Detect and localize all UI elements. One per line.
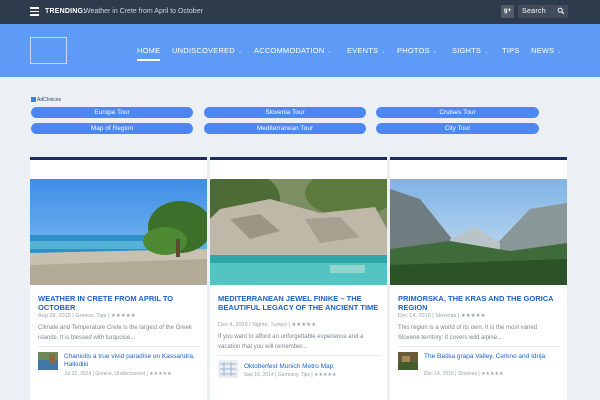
post-image-finike-ruins[interactable] <box>210 179 387 285</box>
ad-link-map-of-region[interactable]: Map of Region <box>31 123 193 134</box>
chevron-down-icon: ⌄ <box>484 49 489 55</box>
related-post-meta: Sep 16, 2014 | Germany, Tips | ★★★★★ <box>244 372 337 378</box>
post-image-crete-beach[interactable] <box>30 179 207 285</box>
search-placeholder: Search <box>522 8 546 15</box>
ad-link-europe-tour[interactable]: Europe Tour <box>31 107 193 118</box>
google-plus-icon[interactable]: g+ <box>501 5 514 18</box>
nav-events[interactable]: EVENTS ⌄ <box>347 46 386 55</box>
adchoices-label[interactable]: AdChoices <box>31 97 61 103</box>
nav-news[interactable]: NEWS ⌄ <box>531 46 562 55</box>
nav-undiscovered[interactable]: UNDISCOVERED ⌄ <box>172 46 242 55</box>
post-meta: Dec 4, 2015 | Sights, Turkey | ★★★★★ <box>218 322 317 328</box>
chevron-down-icon: ⌄ <box>381 49 386 55</box>
site-logo[interactable] <box>30 37 67 64</box>
menu-icon[interactable] <box>30 7 39 16</box>
ad-link-cruises-tour[interactable]: Cruises Tour <box>376 107 539 118</box>
divider <box>38 346 200 347</box>
ad-link-city-tour[interactable]: City Tour <box>376 123 539 134</box>
top-bar: TRENDING: Weather in Crete from April to… <box>0 0 600 24</box>
trending-link[interactable]: Weather in Crete from April to October <box>84 8 203 15</box>
chevron-down-icon: ⌄ <box>557 49 562 55</box>
search-icon[interactable] <box>557 7 565 15</box>
post-excerpt: If you want to afford an unforgettable e… <box>218 334 364 350</box>
nav-home[interactable]: HOME <box>137 46 161 61</box>
ad-link-slovenia-tour[interactable]: Slovenia Tour <box>204 107 366 118</box>
post-excerpt: This region is a world of its own. It is… <box>398 325 538 341</box>
trending-label: TRENDING: <box>45 8 86 15</box>
related-post-thumbnail[interactable] <box>218 360 238 378</box>
post-meta: Dec 14, 2016 | Slovenia | ★★★★★ <box>398 313 486 319</box>
post-title[interactable]: PRIMORSKA, THE KRAS AND THE GORICA REGIO… <box>398 294 560 312</box>
search-input[interactable]: Search <box>518 5 568 18</box>
post-title[interactable]: MEDITERRANEAN JEWEL FINIKE – THE BEAUTIF… <box>218 294 380 312</box>
related-post-meta: Jul 31, 2014 | Greece, Undiscovered | ★★… <box>64 371 172 377</box>
chevron-down-icon: ⌄ <box>237 49 243 55</box>
related-post-thumbnail[interactable] <box>398 352 418 370</box>
chevron-down-icon: ⌄ <box>327 49 332 55</box>
related-post-thumbnail[interactable] <box>38 352 58 370</box>
post-card: PRIMORSKA, THE KRAS AND THE GORICA REGIO… <box>390 157 567 400</box>
related-post-title[interactable]: Oktoberfest Munich Metro Map <box>244 363 384 371</box>
divider <box>218 355 380 356</box>
post-card: MEDITERRANEAN JEWEL FINIKE – THE BEAUTIF… <box>210 157 387 400</box>
nav-photos[interactable]: PHOTOS ⌄ <box>397 46 437 55</box>
ad-link-mediterranean-tour[interactable]: Mediterranean Tour <box>204 123 366 134</box>
chevron-down-icon: ⌄ <box>432 49 438 55</box>
site-header: HOME UNDISCOVERED ⌄ ACCOMMODATION ⌄ EVENTS… <box>0 24 600 77</box>
nav-tips[interactable]: TIPS <box>502 46 519 55</box>
nav-accommodation[interactable]: ACCOMMODATION ⌄ <box>254 46 332 55</box>
post-title[interactable]: WEATHER IN CRETE FROM APRIL TO OCTOBER <box>38 294 200 312</box>
post-excerpt: Climate and Temperature Crete is the lar… <box>38 325 192 341</box>
divider <box>398 346 560 347</box>
adchoices-icon <box>31 97 36 103</box>
post-card: WEATHER IN CRETE FROM APRIL TO OCTOBER A… <box>30 157 207 400</box>
related-post-meta: Dec 14, 2016 | Slovenia | ★★★★★ <box>424 371 504 377</box>
post-meta: Aug 29, 2015 | Greece, Tips | ★★★★★ <box>38 313 136 319</box>
related-post-title[interactable]: The Baška grapa Valley, Cerkno and Idrij… <box>424 353 564 361</box>
nav-sights[interactable]: SIGHTS ⌄ <box>452 46 489 55</box>
related-post-title[interactable]: Chaniotis a true vivid paradise on Kassa… <box>64 353 204 369</box>
post-image-primorska-valley[interactable] <box>390 179 567 285</box>
